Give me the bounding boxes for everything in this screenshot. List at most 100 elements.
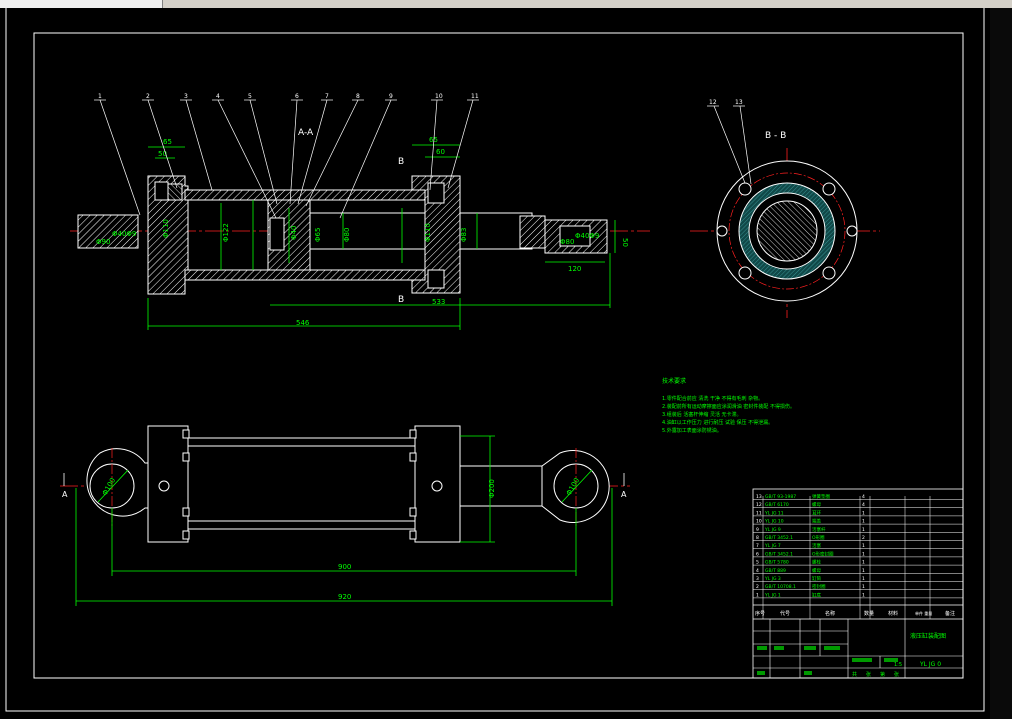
dim-120: 120 [568, 265, 581, 273]
bom-cell: 2 [756, 584, 759, 590]
drawing-title: 液压缸装配图 [910, 632, 946, 640]
header-material: 材料 [888, 610, 898, 617]
dim-110a: Φ110 [162, 219, 170, 238]
bom-cell: 5 [756, 560, 759, 566]
bom-cell: 4 [862, 502, 865, 508]
bom-cell: 螺栓 [812, 559, 821, 566]
dim-40h9: Φ40Φ9 [112, 230, 136, 238]
part-balloon-1: 1 [98, 93, 102, 100]
bom-cell: GB/T 889 [765, 568, 786, 574]
bom-cell: 2 [862, 535, 865, 541]
part-balloon-4: 4 [216, 93, 220, 100]
bom-cell: 7 [756, 543, 759, 549]
note-3: 3.组装后 活塞杆伸缩 灵活 无卡滞。 [662, 411, 742, 418]
dim-65a: 65 [163, 138, 172, 146]
window-pane-icon[interactable] [0, 0, 163, 8]
part-balloon-3: 3 [184, 93, 188, 100]
bom-cell: 1 [756, 592, 759, 598]
drawing-number: YL JG 0 [919, 661, 941, 668]
bom-cell: GB/T 10708.1 [765, 584, 796, 590]
part-balloon-7: 7 [325, 93, 329, 100]
note-1: 1.零件配合前应 清洗 干净 不得有毛刺 杂物。 [662, 395, 763, 402]
part-balloon-13: 13 [735, 99, 743, 106]
bom-cell: 1 [862, 527, 865, 533]
view-title-bb: B - B [765, 131, 786, 141]
bom-cell: 活塞杆 [812, 526, 826, 533]
bom-cell: 11 [756, 510, 762, 516]
bom-cell: 密封圈 [812, 583, 826, 590]
note-4: 4.油缸以工作压力 进行耐压 试验 保压 不得泄漏。 [662, 419, 773, 426]
dim-110b: Φ110 [424, 223, 432, 242]
bom-cell: 1 [862, 543, 865, 549]
bom-cell: GB/T 3452.1 [765, 535, 793, 541]
bom-cell: 10 [756, 519, 762, 525]
cut-label-b-top: B [398, 157, 404, 167]
dim-60: 60 [436, 148, 445, 156]
dim-height: Φ200 [488, 479, 496, 498]
header-qty: 数量 [864, 610, 874, 617]
bom-cell: YL JG 11 [764, 510, 784, 516]
bom-cell: 6 [756, 551, 759, 557]
bom-cell: 端盖 [812, 518, 821, 525]
bom-cell: O形密封圈 [812, 550, 834, 557]
cad-drawing-canvas[interactable]: 65 50 65 60 Φ90 Φ40Φ9 Φ110 Φ122 Φ40 Φ65 … [0, 8, 1012, 719]
part-balloon-6: 6 [295, 93, 299, 100]
dim-80: Φ80 [343, 228, 351, 242]
bom-cell: YL JG 3 [764, 576, 781, 582]
bom-cell: 1 [862, 510, 865, 516]
bom-cell: 活塞 [812, 542, 821, 549]
section-aa-view: 65 50 65 60 Φ90 Φ40Φ9 Φ110 Φ122 Φ40 Φ65 … [70, 93, 650, 330]
dim-122: Φ122 [222, 223, 230, 242]
bom-cell: 1 [862, 584, 865, 590]
bom-cell: YL JG 7 [764, 543, 781, 549]
bom-cell: GB/T 3452.1 [765, 551, 793, 557]
part-balloon-12: 12 [709, 99, 717, 106]
dim-90: Φ90 [96, 238, 110, 246]
part-balloon-2: 2 [146, 93, 150, 100]
bom-cell: 12 [756, 502, 762, 508]
notes-title: 技术要求 [662, 377, 686, 385]
bom-cell: YL JG 9 [764, 527, 781, 533]
dim-80r: Φ80 [560, 238, 574, 246]
dim-546: 546 [296, 319, 310, 327]
footer-sheets-2: 张 [894, 671, 899, 678]
dim-50r: 50 [621, 238, 629, 247]
note-2: 2.装配前所有运动摩擦面应涂润滑油 密封件装配 不得损伤。 [662, 403, 795, 410]
window-title-bar [0, 0, 1012, 8]
technical-notes: 技术要求 1.零件配合前应 清洗 干净 不得有毛刺 杂物。 2.装配前所有运动摩… [662, 377, 795, 434]
header-no: 序号 [755, 610, 765, 617]
drawing-scale: 1:5 [894, 662, 902, 668]
bom-cell: 1 [862, 519, 865, 525]
bom-cell: 缸底 [812, 591, 821, 598]
bom-cell: 8 [756, 535, 759, 541]
cut-label-b-bottom: B [398, 295, 404, 305]
view-title-aa: A-A [298, 128, 314, 138]
part-balloon-11: 11 [471, 93, 479, 100]
bom-cell: 螺母 [812, 501, 821, 508]
front-view: Φ100 Φ100 Φ200 900 920 A A [60, 425, 630, 606]
bom-cell: 1 [862, 576, 865, 582]
bom-cell: 1 [862, 592, 865, 598]
bom-cell: O形圈 [812, 534, 825, 541]
bom-cell: 4 [756, 568, 759, 574]
dim-533: 533 [432, 298, 445, 306]
bom-cell: YL JG 10 [764, 519, 784, 525]
bom-cell: GB/T 5780 [765, 560, 789, 566]
footer-sheets-1: 张 [866, 671, 871, 678]
footer-total: 共 [852, 671, 857, 678]
dim-83: Φ83 [460, 228, 468, 242]
bom-cell: GB/T 6170 [765, 502, 789, 508]
title-block: 13 GB/T 93-1987 弹簧垫圈 412 GB/T 6170 螺母 411 YL JG… [752, 488, 964, 679]
part-balloon-5: 5 [248, 93, 252, 100]
dim-40: Φ40 [290, 226, 298, 240]
header-remark: 备注 [945, 610, 955, 617]
bom-cell: 耳环 [812, 510, 821, 516]
part-balloon-9: 9 [389, 93, 393, 100]
bom-cell: 1 [862, 560, 865, 566]
header-name: 名称 [825, 610, 835, 617]
part-balloon-8: 8 [356, 93, 360, 100]
cut-label-a-left: A [62, 490, 68, 499]
header-code: 代号 [780, 610, 790, 617]
header-weight: 单件 重量 [915, 610, 932, 616]
right-scroll-strip[interactable] [990, 8, 1012, 719]
